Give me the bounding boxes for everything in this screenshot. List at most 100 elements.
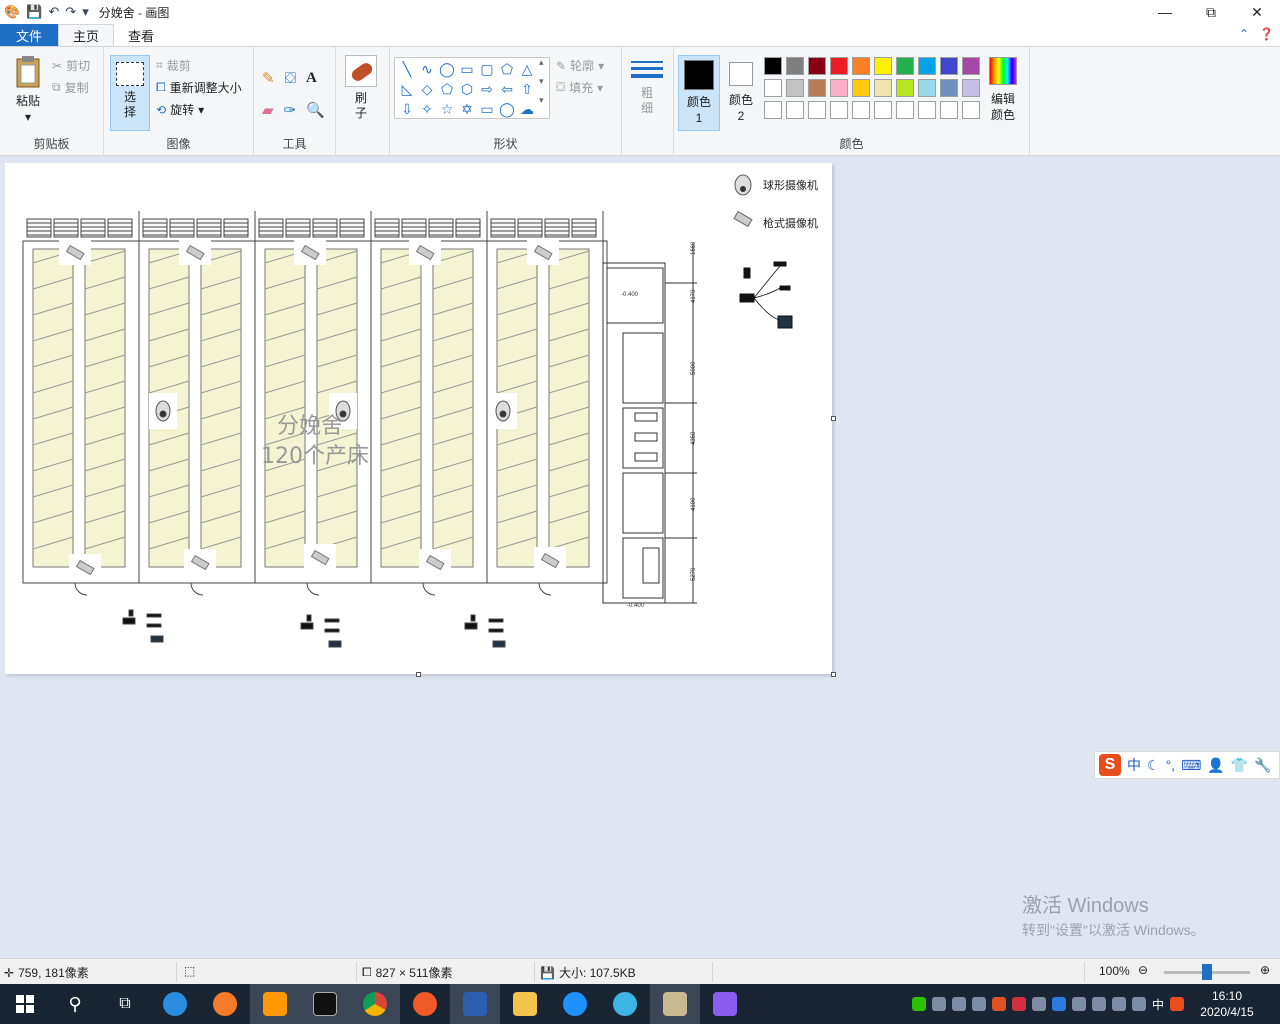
- palette-swatch[interactable]: [852, 57, 870, 75]
- shapes-scroll[interactable]: ▴ ▾ ▾: [539, 57, 544, 106]
- size-button[interactable]: 粗细: [626, 57, 668, 116]
- tray-icon[interactable]: [1031, 997, 1046, 1011]
- palette-swatch[interactable]: [786, 57, 804, 75]
- task-view-button[interactable]: ⧉: [100, 984, 150, 1024]
- taskbar-tool[interactable]: [400, 984, 450, 1024]
- oval-shape-icon[interactable]: ◯: [437, 59, 457, 79]
- palette-swatch[interactable]: [764, 101, 782, 119]
- user-icon[interactable]: 👤: [1207, 757, 1224, 774]
- color1-button[interactable]: 颜色 1: [678, 55, 720, 131]
- down-arrow-shape-icon[interactable]: ⇩: [397, 99, 417, 119]
- save-icon[interactable]: 💾: [26, 4, 42, 20]
- battery-icon[interactable]: [1111, 997, 1126, 1011]
- taskbar-explorer[interactable]: [500, 984, 550, 1024]
- fill-bucket-icon[interactable]: ⛋: [285, 70, 296, 87]
- palette-swatch[interactable]: [896, 57, 914, 75]
- network-icon[interactable]: [1091, 997, 1106, 1011]
- palette-swatch[interactable]: [786, 79, 804, 97]
- customize-quick-access-icon[interactable]: ▾: [82, 4, 89, 20]
- five-point-star-shape-icon[interactable]: ☆: [437, 99, 457, 119]
- palette-swatch[interactable]: [896, 79, 914, 97]
- cut-button[interactable]: ✂ 剪切: [52, 57, 90, 74]
- palette-swatch[interactable]: [962, 101, 980, 119]
- wrench-icon[interactable]: 🔧: [1254, 757, 1271, 774]
- brush-button[interactable]: 刷子: [342, 55, 380, 121]
- zoom-slider-thumb[interactable]: [1202, 964, 1212, 980]
- taskbar-firefox[interactable]: [200, 984, 250, 1024]
- line-shape-icon[interactable]: ╲: [397, 59, 417, 79]
- triangle-shape-icon[interactable]: △: [517, 59, 537, 79]
- palette-swatch[interactable]: [830, 79, 848, 97]
- taskbar-search-app[interactable]: [600, 984, 650, 1024]
- taskbar-chrome[interactable]: [350, 984, 400, 1024]
- pencil-icon[interactable]: ✎: [262, 69, 275, 87]
- minimize-button[interactable]: —: [1142, 0, 1188, 24]
- volume-muted-icon[interactable]: [1131, 997, 1146, 1011]
- tab-file[interactable]: 文件: [0, 24, 59, 46]
- maximize-button[interactable]: ⧉: [1188, 0, 1234, 24]
- paste-button[interactable]: 粘贴 ▾: [8, 55, 48, 125]
- palette-swatch[interactable]: [830, 57, 848, 75]
- rounded-rectangle-shape-icon[interactable]: ▢: [477, 59, 497, 79]
- sogou-logo-icon[interactable]: S: [1099, 754, 1121, 776]
- ime-toolbar[interactable]: S 中 ☾ °, ⌨ 👤 👕 🔧: [1094, 751, 1280, 779]
- tab-home[interactable]: 主页: [58, 24, 115, 46]
- rotate-button[interactable]: ⟲ 旋转 ▾: [156, 101, 204, 118]
- clock[interactable]: 16:10 2020/4/15: [1190, 988, 1264, 1020]
- shapes-gallery[interactable]: ╲ ∿ ◯ ▭ ▢ ⬠ △ ◺ ◇ ⬠ ⬡ ⇨ ⇦ ⇧ ⇩ ✧ ☆ ✡ ▭ ◯ …: [394, 57, 550, 119]
- copy-button[interactable]: ⧉ 复制: [52, 79, 89, 96]
- drawing-canvas[interactable]: 1660 4170 5000 4350 4100 5270 -0.400 -0.…: [5, 163, 832, 674]
- four-point-star-shape-icon[interactable]: ✧: [417, 99, 437, 119]
- pentagon-shape-icon[interactable]: ⬠: [437, 79, 457, 99]
- magnifier-icon[interactable]: 🔍: [306, 101, 325, 119]
- tray-icon[interactable]: [951, 997, 966, 1011]
- hexagon-shape-icon[interactable]: ⬡: [457, 79, 477, 99]
- eraser-icon[interactable]: ▰: [262, 101, 274, 119]
- curve-shape-icon[interactable]: ∿: [417, 59, 437, 79]
- rounded-callout-shape-icon[interactable]: ▭: [477, 99, 497, 119]
- resize-handle-right[interactable]: [831, 416, 836, 421]
- edit-colors-button[interactable]: 编辑颜色: [988, 55, 1018, 123]
- diamond-shape-icon[interactable]: ◇: [417, 79, 437, 99]
- taskbar-remote[interactable]: [450, 984, 500, 1024]
- text-tool-icon[interactable]: A: [306, 70, 317, 87]
- redo-icon[interactable]: ↷: [65, 4, 76, 20]
- palette-swatch[interactable]: [940, 57, 958, 75]
- wechat-tray-icon[interactable]: [911, 997, 926, 1011]
- select-button[interactable]: 选择: [110, 55, 150, 131]
- scroll-up-icon[interactable]: ▴: [539, 57, 544, 68]
- close-button[interactable]: ✕: [1234, 0, 1280, 24]
- palette-swatch[interactable]: [940, 79, 958, 97]
- ime-mode-indicator[interactable]: 中: [1127, 755, 1141, 775]
- rectangle-shape-icon[interactable]: ▭: [457, 59, 477, 79]
- palette-swatch[interactable]: [940, 101, 958, 119]
- skin-icon[interactable]: 👕: [1231, 757, 1248, 774]
- keyboard-icon[interactable]: ⌨: [1181, 757, 1201, 774]
- color2-button[interactable]: 颜色 2: [724, 55, 758, 131]
- tray-icon[interactable]: [1011, 997, 1026, 1011]
- notification-tray-icon[interactable]: [1071, 997, 1086, 1011]
- resize-button[interactable]: ⧠ 重新调整大小: [156, 79, 242, 96]
- up-arrow-shape-icon[interactable]: ⇧: [517, 79, 537, 99]
- fill-button[interactable]: ⛋ 填充 ▾: [556, 79, 603, 96]
- palette-swatch[interactable]: [786, 101, 804, 119]
- scroll-down-icon[interactable]: ▾: [539, 76, 544, 87]
- punctuation-icon[interactable]: °,: [1166, 757, 1176, 773]
- color-picker-icon[interactable]: ✑: [284, 101, 297, 119]
- taskbar-ie[interactable]: [150, 984, 200, 1024]
- minimize-ribbon-icon[interactable]: ⌃: [1239, 27, 1249, 41]
- palette-swatch[interactable]: [962, 79, 980, 97]
- right-triangle-shape-icon[interactable]: ◺: [397, 79, 417, 99]
- palette-swatch[interactable]: [918, 79, 936, 97]
- undo-icon[interactable]: ↶: [48, 4, 59, 20]
- start-button[interactable]: [0, 984, 50, 1024]
- paste-dropdown-icon[interactable]: ▾: [8, 109, 48, 125]
- help-icon[interactable]: ❓: [1259, 27, 1274, 41]
- palette-swatch[interactable]: [852, 101, 870, 119]
- taskbar-paint[interactable]: [650, 984, 700, 1024]
- sogou-tray-icon[interactable]: [1170, 997, 1184, 1011]
- palette-swatch[interactable]: [962, 57, 980, 75]
- search-button[interactable]: ⚲: [50, 984, 100, 1024]
- palette-swatch[interactable]: [874, 101, 892, 119]
- left-arrow-shape-icon[interactable]: ⇦: [497, 79, 517, 99]
